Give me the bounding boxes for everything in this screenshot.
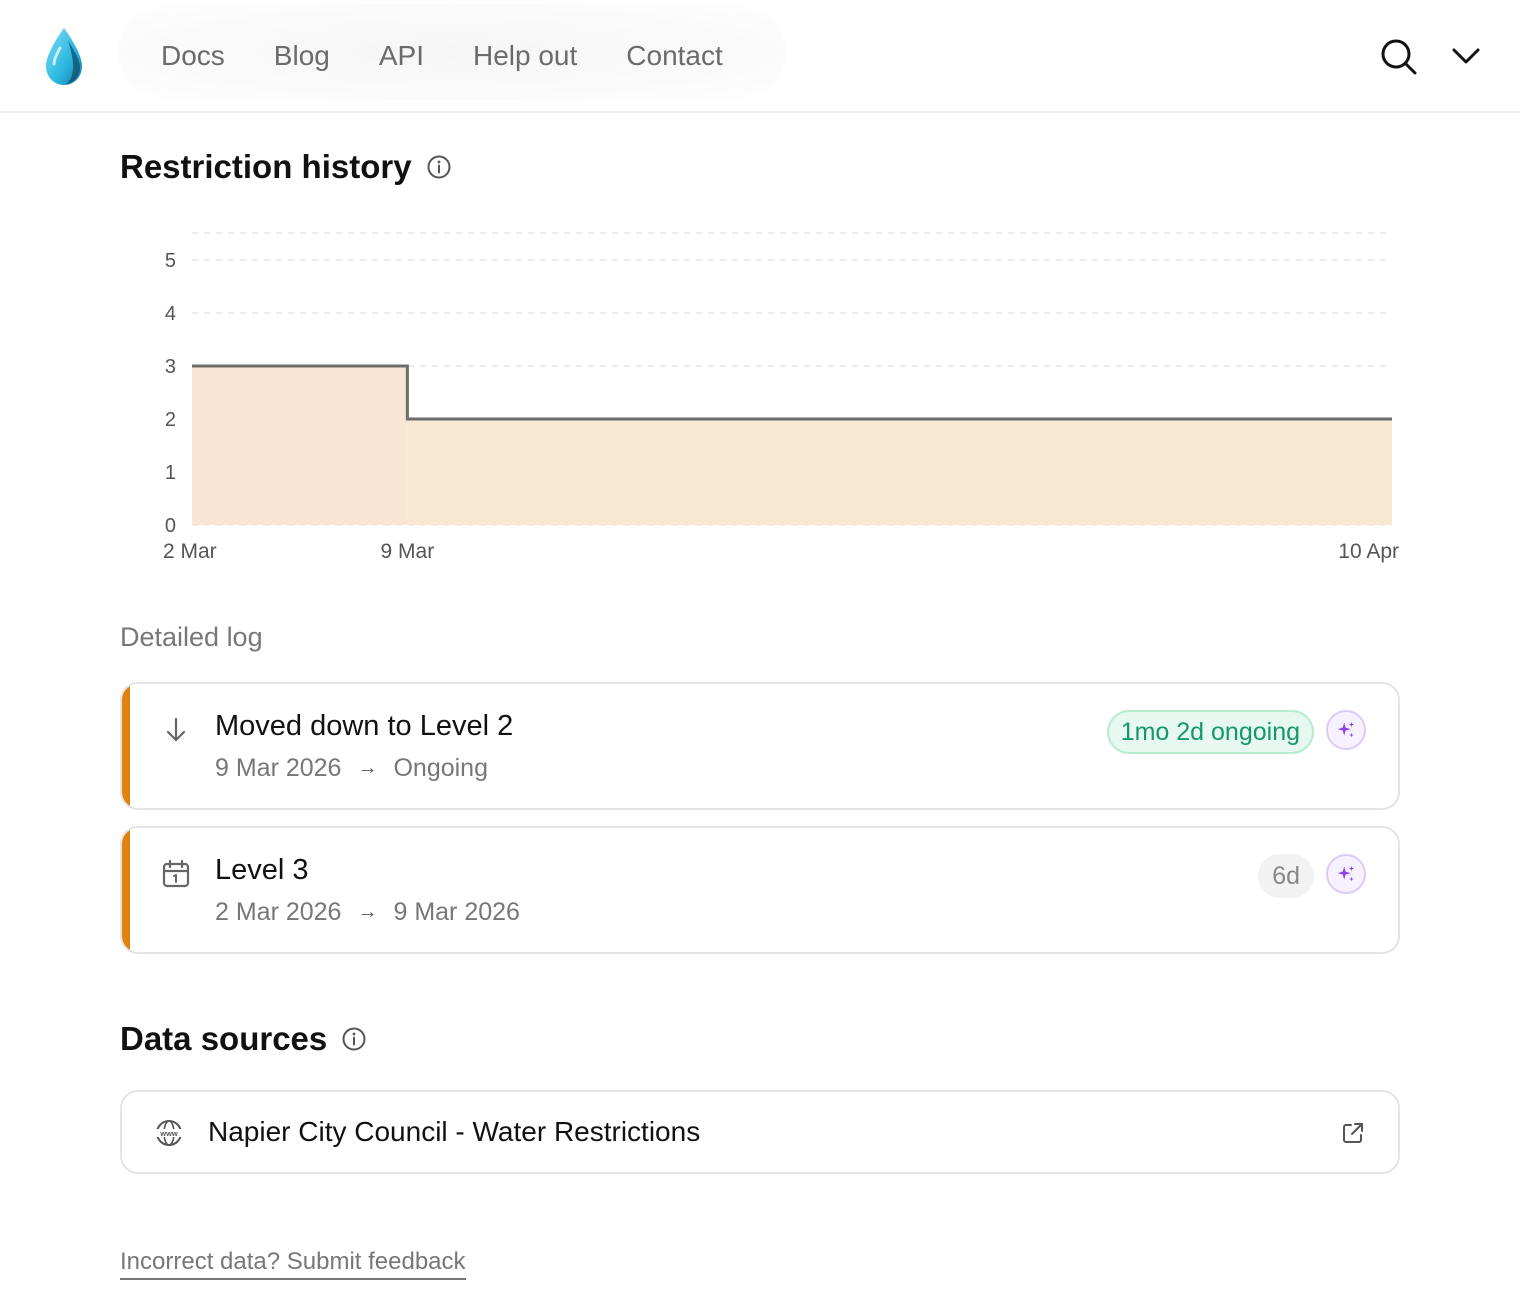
y-tick-label: 4	[165, 303, 176, 325]
y-tick-label: 5	[165, 250, 176, 272]
nav-blog-link[interactable]: Blog	[274, 38, 330, 74]
x-tick-label: 10 Apr	[1338, 540, 1399, 563]
submit-feedback-link[interactable]: Incorrect data? Submit feedback	[120, 1248, 466, 1280]
log-entry-start: 2 Mar 2026	[215, 898, 342, 926]
log-entry-card[interactable]: Moved down to Level 2 9 Mar 2026 → Ongoi…	[120, 682, 1400, 810]
restriction-history-heading: Restriction history	[120, 148, 452, 186]
detailed-log-label: Detailed log	[120, 622, 263, 652]
svg-text:www: www	[159, 1129, 178, 1138]
x-tick-label: 2 Mar	[163, 540, 217, 563]
data-sources-heading: Data sources	[120, 1020, 367, 1058]
main-nav: Docs Blog API Help out Contact	[161, 38, 772, 74]
y-tick-label: 3	[165, 356, 176, 378]
log-entry-card[interactable]: Level 3 2 Mar 2026 → 9 Mar 2026 6d	[120, 826, 1400, 954]
duration-badge: 6d	[1258, 854, 1314, 898]
arrow-down-icon	[166, 717, 186, 742]
area-segment	[192, 366, 408, 525]
sparkle-icon	[1337, 721, 1355, 738]
nav-api-link[interactable]: API	[379, 38, 424, 74]
duration-badge: 1mo 2d ongoing	[1106, 710, 1314, 754]
log-entry-end: 9 Mar 2026	[393, 898, 520, 926]
top-header: Docs Blog API Help out Contact	[0, 0, 1520, 113]
data-source-name: Napier City Council - Water Restrictions	[208, 1116, 701, 1147]
ai-summary-button[interactable]	[1326, 854, 1366, 894]
log-entry-start: 9 Mar 2026	[215, 754, 342, 782]
www-globe-icon: www	[156, 1120, 182, 1146]
log-entry-title: Level 3	[215, 854, 309, 886]
log-entry-dates: 9 Mar 2026 → Ongoing	[215, 754, 488, 783]
info-icon[interactable]	[426, 154, 452, 180]
search-icon[interactable]	[1378, 36, 1418, 76]
ai-summary-button[interactable]	[1326, 710, 1366, 750]
sparkle-icon	[1337, 865, 1355, 882]
log-entry-title: Moved down to Level 2	[215, 710, 514, 742]
log-entry-dates: 2 Mar 2026 → 9 Mar 2026	[215, 898, 520, 927]
nav-docs-link[interactable]: Docs	[161, 38, 225, 74]
calendar-icon	[162, 859, 190, 888]
external-link-icon	[1343, 1123, 1363, 1143]
level-accent-bar	[122, 828, 130, 952]
data-sources-title: Data sources	[120, 1020, 328, 1057]
chevron-down-icon[interactable]	[1448, 38, 1484, 74]
info-icon[interactable]	[341, 1026, 367, 1052]
area-segment	[407, 419, 1392, 525]
restriction-history-title: Restriction history	[120, 148, 412, 185]
data-source-link[interactable]: www Napier City Council - Water Restrict…	[120, 1090, 1400, 1174]
y-tick-label: 2	[165, 409, 176, 431]
level-accent-bar	[122, 684, 130, 808]
restriction-history-chart: 0 1 2 3 4 5 2 Mar 9 Mar 10 Apr	[163, 232, 1399, 563]
water-drop-logo-icon[interactable]	[40, 26, 88, 88]
x-tick-label: 9 Mar	[381, 540, 435, 563]
y-tick-label: 0	[165, 515, 176, 537]
arrow-right-icon: →	[357, 901, 378, 923]
arrow-right-icon: →	[357, 757, 378, 779]
nav-help-out-link[interactable]: Help out	[473, 38, 577, 74]
nav-contact-link[interactable]: Contact	[626, 38, 723, 74]
y-tick-label: 1	[165, 462, 176, 484]
log-entry-end: Ongoing	[393, 754, 488, 782]
